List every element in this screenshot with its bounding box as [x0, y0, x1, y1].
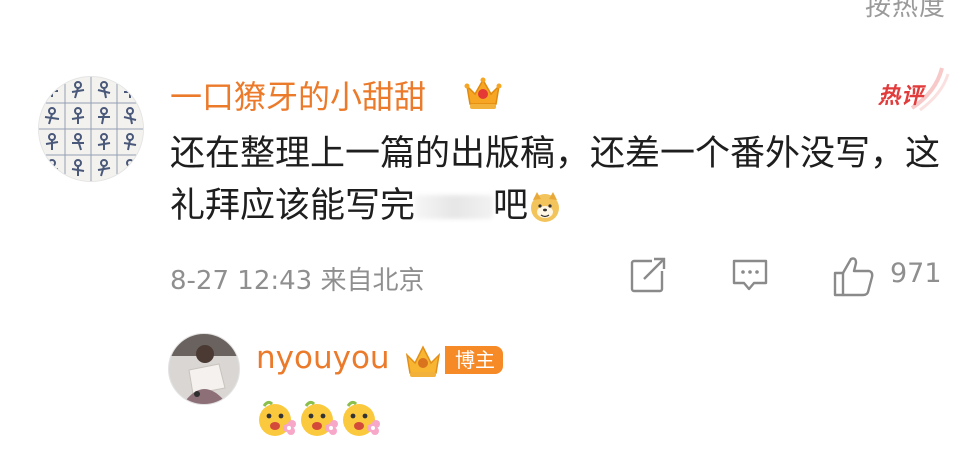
reply-emoji-row [256, 398, 382, 440]
hot-comment-badge: 热评 [872, 62, 950, 114]
reply-avatar[interactable] [168, 333, 240, 405]
doge-emoji-icon [531, 192, 560, 222]
comment-body: 还在整理上一篇的出版稿，还差一个番外没写，这礼拜应该能写完吧 [170, 128, 950, 232]
share-icon[interactable] [628, 255, 668, 295]
commenter-avatar[interactable] [38, 76, 144, 182]
blogger-tag: 博主 [445, 346, 503, 374]
blurred-emoji [415, 195, 494, 219]
vip-crown-icon [464, 77, 502, 109]
commenter-username[interactable]: 一口獠牙的小甜甜 [170, 72, 426, 118]
flower-face-emoji-icon [301, 400, 338, 436]
like-count: 971 [890, 258, 942, 289]
reply-username[interactable]: nyouyou [256, 340, 390, 376]
comment-text-part2: 吧 [493, 186, 529, 226]
blogger-crown-icon [405, 345, 441, 377]
flower-face-emoji-icon [259, 400, 296, 436]
comment-icon[interactable] [730, 255, 770, 295]
hot-badge-label: 热评 [878, 84, 925, 109]
flower-face-emoji-icon [343, 400, 380, 436]
comment-timestamp-location: 8-27 12:43 来自北京 [170, 266, 425, 296]
thumbs-up-icon[interactable] [832, 255, 876, 297]
sort-label[interactable]: ​​​​​​按热度 [865, 0, 946, 23]
